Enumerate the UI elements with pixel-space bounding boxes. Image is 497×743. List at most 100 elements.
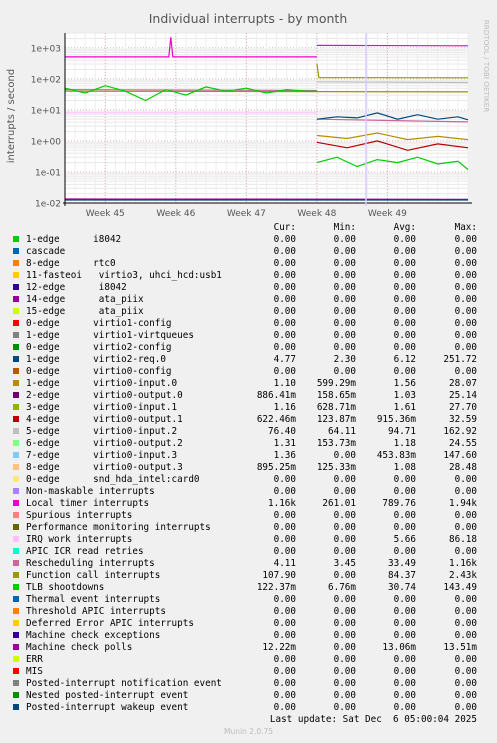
- legend-avg: 1.18: [393, 438, 416, 449]
- grid: [64, 32, 469, 204]
- legend-avg: 6.12: [393, 354, 416, 365]
- legend-row: 12-edge i8042 0.00 0.00 0.00 0.00: [0, 282, 497, 294]
- legend-max: 0.00: [454, 474, 477, 485]
- legend-min: 0.00: [333, 318, 356, 329]
- legend-max: 0.00: [454, 270, 477, 281]
- legend-cur: 895.25m: [256, 462, 296, 473]
- y-tick-label: 1e-01: [35, 168, 61, 178]
- legend-cur: 0.00: [273, 294, 296, 305]
- legend-max: 0.00: [454, 630, 477, 641]
- legend-min: 0.00: [333, 474, 356, 485]
- legend-row: Posted-interrupt notification event 0.00 0…: [0, 678, 497, 690]
- legend-cur: 0.00: [273, 702, 296, 713]
- y-tick-label: 1e+01: [31, 106, 61, 116]
- last-update: Last update: Sat Dec 6 05:00:04 2025: [269, 714, 477, 725]
- legend-min: 0.00: [333, 366, 356, 377]
- legend-label: 1-edge i8042: [26, 234, 122, 245]
- legend-cur: 622.46m: [256, 414, 296, 425]
- legend-cur: 0.00: [273, 678, 296, 689]
- legend-label: 6-edge virtio0-output.2: [26, 438, 183, 449]
- legend-label: Spurious interrupts: [26, 510, 133, 521]
- legend-avg: 1.61: [393, 402, 416, 413]
- legend-avg: 0.00: [393, 666, 416, 677]
- legend-min: 0.00: [333, 510, 356, 521]
- legend-row: 0-edge virtio2-config 0.00 0.00 0.00 0.00: [0, 342, 497, 354]
- legend-cur: 0.00: [273, 246, 296, 257]
- legend-swatch: [13, 668, 19, 674]
- legend-row: Performance monitoring interrupts 0.00 0.0…: [0, 522, 497, 534]
- legend-label: Machine check polls: [26, 642, 133, 653]
- y-ticks: 1e-02 1e-01 1e+00 1e+01 1e+02 1e+03: [31, 44, 62, 209]
- legend-label: Deferred Error APIC interrupts: [26, 618, 194, 629]
- legend-avg: 0.00: [393, 702, 416, 713]
- legend-cur: 0.00: [273, 282, 296, 293]
- legend-cur: 0.00: [273, 690, 296, 701]
- legend-cur: 0.00: [273, 234, 296, 245]
- legend-avg: 0.00: [393, 366, 416, 377]
- legend-cur: 1.16k: [268, 498, 296, 509]
- legend-row: 0-edge virtio1-config 0.00 0.00 0.00 0.00: [0, 318, 497, 330]
- legend-label: 1-edge virtio2-req.0: [26, 354, 166, 365]
- legend-label: 1-edge virtio0-input.0: [26, 378, 178, 389]
- legend-swatch: [13, 704, 19, 710]
- legend-avg: 915.36m: [376, 414, 416, 425]
- legend-swatch: [13, 500, 19, 506]
- legend-label: TLB shootdowns: [26, 582, 105, 593]
- legend-swatch: [13, 404, 19, 410]
- legend-cur: 0.00: [273, 666, 296, 677]
- legend-max: 0.00: [454, 318, 477, 329]
- legend-avg: 0.00: [393, 594, 416, 605]
- legend-avg: 789.76: [382, 498, 416, 509]
- legend-min: 2.30: [333, 354, 356, 365]
- legend-min: 158.65m: [316, 390, 356, 401]
- legend-row: Function call interrupts 107.90 0.00 84.37 2…: [0, 570, 497, 582]
- legend-max: 0.00: [454, 654, 477, 665]
- legend-label: 8-edge virtio0-output.3: [26, 462, 183, 473]
- legend-min: 0.00: [333, 306, 356, 317]
- legend-cur: 4.77: [273, 354, 296, 365]
- legend-swatch: [13, 236, 19, 242]
- legend-swatch: [13, 416, 19, 422]
- legend-min: 261.01: [322, 498, 356, 509]
- legend-label: Threshold APIC interrupts: [26, 606, 166, 617]
- legend-avg: 94.71: [388, 426, 416, 437]
- legend-row: ERR 0.00 0.00 0.00 0.00: [0, 654, 497, 666]
- x-tick-label: Week 45: [86, 209, 125, 219]
- legend-label: 2-edge virtio0-output.0: [26, 390, 183, 401]
- legend-cur: 0.00: [273, 606, 296, 617]
- legend-cur: 0.00: [273, 258, 296, 269]
- legend-max: 0.00: [454, 306, 477, 317]
- legend-max: 32.59: [449, 414, 477, 425]
- y-tick-label: 1e-02: [35, 200, 61, 210]
- legend-label: Local timer interrupts: [26, 498, 150, 509]
- legend-row: Non-maskable interrupts 0.00 0.00 0.00 0.00: [0, 486, 497, 498]
- legend-max: 0.00: [454, 510, 477, 521]
- legend-cur: 0.00: [273, 546, 296, 557]
- legend-min: 0.00: [333, 450, 356, 461]
- legend-cur: 1.10: [273, 378, 296, 389]
- legend-swatch: [13, 356, 19, 362]
- legend-max: 25.14: [449, 390, 477, 401]
- legend-swatch: [13, 368, 19, 374]
- legend-max: 251.72: [443, 354, 477, 365]
- legend-swatch: [13, 452, 19, 458]
- legend-label: Posted-interrupt wakeup event: [26, 702, 189, 713]
- legend-label: 0-edge snd_hda_intel:card0: [26, 474, 200, 485]
- legend-cur: 12.22m: [262, 642, 296, 653]
- legend-label: ERR: [26, 654, 43, 665]
- legend-avg: 0.00: [393, 630, 416, 641]
- legend-label: Rescheduling interrupts: [26, 558, 155, 569]
- legend-row: 1-edge virtio0-input.0 1.10 599.29m 1.56 28.…: [0, 378, 497, 390]
- legend-label: 0-edge virtio2-config: [26, 342, 172, 353]
- legend-label: APIC ICR read retries: [26, 546, 144, 557]
- legend-row: 11-fasteoi virtio3, uhci_hcd:usb1 0.00 0.0…: [0, 270, 497, 282]
- legend-min: 0.00: [333, 522, 356, 533]
- rrdtool-watermark: RRDTOOL / TOBI OETIKER: [482, 20, 491, 113]
- legend-row: 1-edge virtio2-req.0 4.77 2.30 6.12 251.72: [0, 354, 497, 366]
- legend-cur: 1.36: [273, 450, 296, 461]
- legend-min: 0.00: [333, 270, 356, 281]
- legend-label: Function call interrupts: [26, 570, 161, 581]
- legend-max: 0.00: [454, 234, 477, 245]
- legend-label: Nested posted-interrupt event: [26, 690, 189, 701]
- legend-avg: 5.66: [393, 534, 416, 545]
